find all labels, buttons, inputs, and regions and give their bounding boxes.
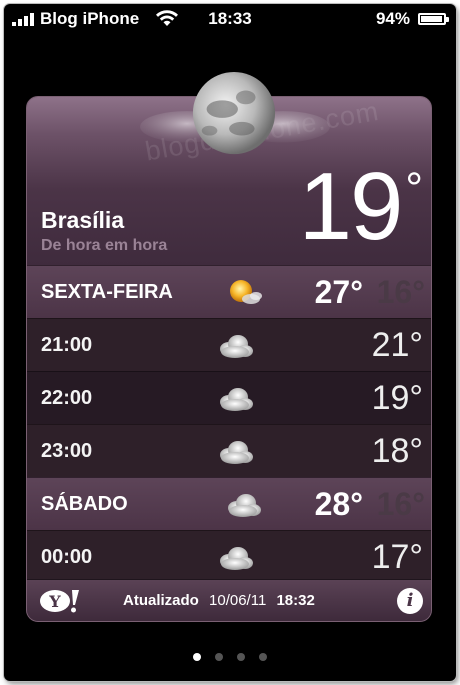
high-temp: 28° xyxy=(314,486,363,522)
svg-text:Y: Y xyxy=(48,592,61,611)
moon-cloud-icon xyxy=(223,488,263,520)
high-temp: 27° xyxy=(314,274,363,310)
forecast-mode-label: De hora em hora xyxy=(41,237,168,254)
row-label: SÁBADO xyxy=(41,493,128,515)
forecast-hour-row: 00:00 17° xyxy=(27,530,431,583)
page-dot[interactable] xyxy=(259,653,267,661)
low-temp: 16° xyxy=(376,274,425,310)
forecast-list[interactable]: SEXTA-FEIRA 27° 16° 21:00 21° 22:00 19° 23:00 18… xyxy=(27,265,431,583)
battery-icon xyxy=(418,13,449,25)
info-icon[interactable]: i xyxy=(397,588,423,614)
forecast-day-row: SEXTA-FEIRA 27° 16° xyxy=(27,265,431,318)
city-name: Brasília xyxy=(41,207,125,233)
hour-temp: 21° xyxy=(371,326,423,364)
row-label: 00:00 xyxy=(41,546,93,568)
degree-symbol: ° xyxy=(405,164,423,213)
hour-temp: 17° xyxy=(371,538,423,576)
sun-cloud-icon xyxy=(223,276,263,308)
status-bar: Blog iPhone 18:33 94% xyxy=(4,4,456,32)
forecast-hour-row: 22:00 19° xyxy=(27,371,431,424)
current-temperature: 19° xyxy=(299,159,423,255)
page-dot[interactable] xyxy=(215,653,223,661)
weather-footer: Y Atualizado 10/06/11 18:32 i xyxy=(27,579,431,621)
device-screen: Blog iPhone 18:33 94% blogdoiphone.com B… xyxy=(4,4,456,681)
last-updated: Atualizado 10/06/11 18:32 xyxy=(123,592,321,609)
row-label: 23:00 xyxy=(41,440,93,462)
battery-percent: 94% xyxy=(375,9,410,28)
moon-cloud-icon xyxy=(140,71,330,155)
updated-date: 10/06/11 xyxy=(209,592,267,609)
moon-cloud-icon xyxy=(215,541,255,573)
page-dot[interactable] xyxy=(193,653,201,661)
row-label: SEXTA-FEIRA xyxy=(41,281,173,303)
current-temp-value: 19 xyxy=(298,153,404,260)
battery-fill xyxy=(421,16,442,22)
moon-cloud-icon xyxy=(215,382,255,414)
weather-card[interactable]: blogdoiphone.com Brasília De hora em hor… xyxy=(26,96,432,622)
forecast-day-row: SÁBADO 28° 16° xyxy=(27,477,431,530)
page-dot[interactable] xyxy=(237,653,245,661)
low-temp: 16° xyxy=(376,486,425,522)
page-indicator[interactable] xyxy=(4,648,456,666)
moon-cloud-icon xyxy=(215,329,255,361)
hour-temp: 19° xyxy=(371,379,423,417)
updated-time: 18:32 xyxy=(276,592,315,609)
hour-temp: 18° xyxy=(371,432,423,470)
yahoo-logo-icon[interactable]: Y xyxy=(39,588,81,614)
updated-label: Atualizado xyxy=(123,592,199,609)
row-label: 22:00 xyxy=(41,387,93,409)
forecast-hour-row: 23:00 18° xyxy=(27,424,431,477)
moon-cloud-icon xyxy=(215,435,255,467)
row-label: 21:00 xyxy=(41,334,93,356)
forecast-hour-row: 21:00 21° xyxy=(27,318,431,371)
